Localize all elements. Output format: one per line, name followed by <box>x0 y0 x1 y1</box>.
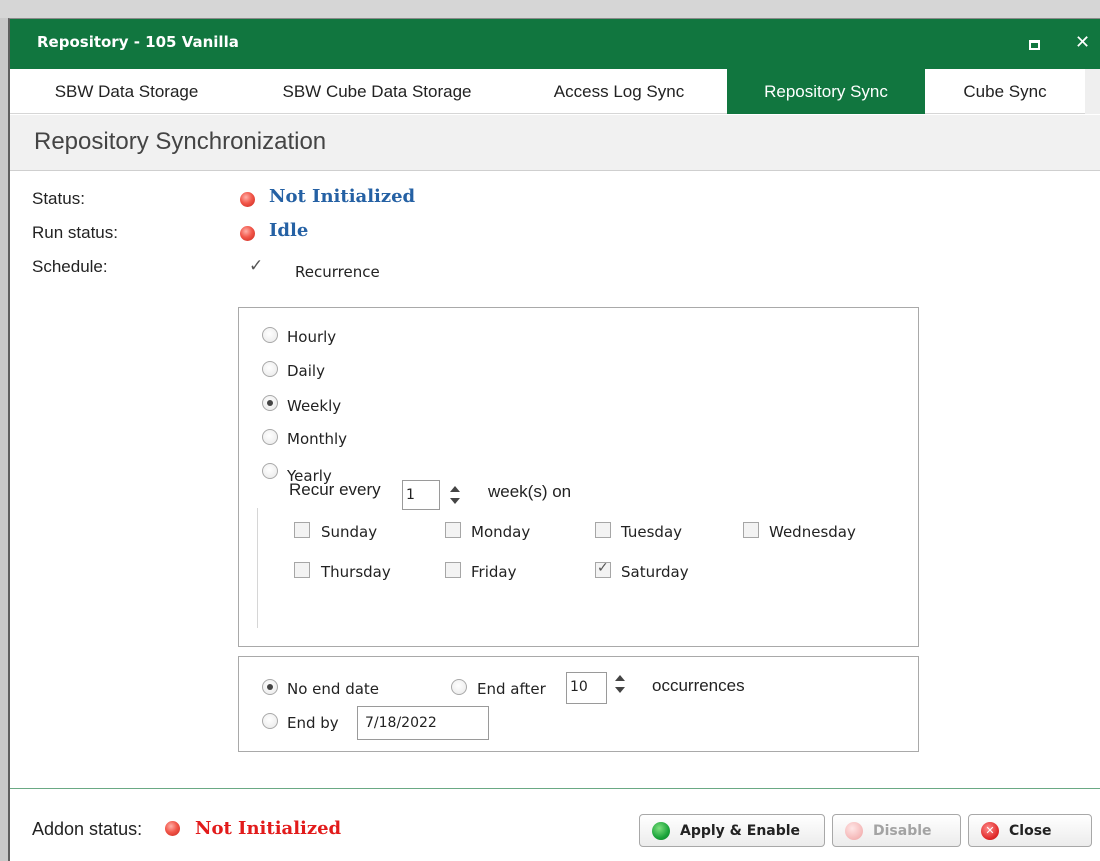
recurrence-checkbox[interactable]: ✓ <box>248 256 264 276</box>
no-end-date-label: No end date <box>287 680 380 698</box>
yearly-radio[interactable] <box>262 463 278 479</box>
friday-label: Friday <box>471 563 517 581</box>
thursday-checkbox[interactable] <box>294 562 310 578</box>
footer-divider <box>10 788 1100 789</box>
end-after-radio[interactable] <box>451 679 467 695</box>
disable-button[interactable]: Disable <box>832 814 961 847</box>
no-end-date-radio[interactable] <box>262 679 278 695</box>
tab-overflow[interactable] <box>1085 69 1100 114</box>
end-by-radio[interactable] <box>262 713 278 729</box>
monthly-label: Monthly <box>287 430 348 448</box>
run-status-value: Idle <box>269 220 309 241</box>
end-by-label: End by <box>287 714 339 732</box>
apply-enable-label: Apply & Enable <box>680 823 801 839</box>
tab-repository-sync[interactable]: Repository Sync <box>727 69 925 114</box>
status-value: Not Initialized <box>269 186 416 207</box>
thursday-label: Thursday <box>321 563 391 581</box>
close-circle-icon: ✕ <box>981 822 999 840</box>
tab-access-log-sync[interactable]: Access Log Sync <box>511 69 727 114</box>
monthly-radio[interactable] <box>262 429 278 445</box>
recur-every-label: Recur every <box>289 480 381 499</box>
hourly-radio[interactable] <box>262 327 278 343</box>
close-icon[interactable]: ✕ <box>1075 32 1090 53</box>
recurrence-label: Recurrence <box>295 263 380 281</box>
close-label: Close <box>1009 823 1052 839</box>
monday-label: Monday <box>471 523 531 541</box>
saturday-checkbox[interactable]: ✓ <box>595 560 611 578</box>
friday-checkbox[interactable] <box>445 562 461 578</box>
disable-label: Disable <box>873 823 932 839</box>
monday-checkbox[interactable] <box>445 522 461 538</box>
close-button[interactable]: ✕ Close <box>968 814 1092 847</box>
weeks-on-label: week(s) on <box>488 482 572 501</box>
tuesday-checkbox[interactable] <box>595 522 611 538</box>
section-header: Repository Synchronization <box>10 115 1100 171</box>
hourly-label: Hourly <box>287 328 337 346</box>
wednesday-label: Wednesday <box>769 523 856 541</box>
recur-every-input[interactable]: 1 <box>402 480 440 510</box>
tab-sbw-cube-data-storage[interactable]: SBW Cube Data Storage <box>243 69 511 114</box>
maximize-icon[interactable] <box>1029 40 1040 50</box>
saturday-label: Saturday <box>621 563 689 581</box>
tab-cube-sync[interactable]: Cube Sync <box>925 69 1085 114</box>
daily-label: Daily <box>287 362 325 380</box>
end-after-input[interactable]: 10 <box>566 672 607 704</box>
end-by-date-input[interactable]: 7/18/2022 <box>357 706 489 740</box>
sunday-label: Sunday <box>321 523 378 541</box>
addon-status-label: Addon status: <box>32 819 143 839</box>
run-status-dot-icon <box>240 226 255 241</box>
wednesday-checkbox[interactable] <box>743 522 759 538</box>
section-title: Repository Synchronization <box>34 128 327 155</box>
desktop-background-strip <box>0 0 1100 18</box>
addon-status-value: Not Initialized <box>195 818 342 839</box>
status-label: Status: <box>32 189 85 208</box>
recurrence-panel: Hourly Daily Weekly Monthly Yearly Recur… <box>238 307 919 647</box>
sunday-checkbox[interactable] <box>294 522 310 538</box>
disabled-dot-icon <box>845 822 863 840</box>
check-icon: ✓ <box>597 560 609 576</box>
tab-sbw-data-storage[interactable]: SBW Data Storage <box>10 69 243 114</box>
repository-dialog: Repository - 105 Vanilla ✕ SBW Data Stor… <box>8 18 1100 861</box>
green-dot-icon <box>652 822 670 840</box>
tab-bar: SBW Data Storage SBW Cube Data Storage A… <box>10 69 1100 114</box>
status-dot-icon <box>240 192 255 207</box>
weekly-label: Weekly <box>287 397 342 415</box>
tuesday-label: Tuesday <box>621 523 683 541</box>
weekly-radio[interactable] <box>262 395 278 411</box>
schedule-label: Schedule: <box>32 257 108 276</box>
spinner-icon[interactable] <box>614 671 626 697</box>
end-range-panel: No end date End after 10 occurrences End… <box>238 656 919 752</box>
run-status-label: Run status: <box>32 223 118 242</box>
days-group-border <box>257 508 258 628</box>
daily-radio[interactable] <box>262 361 278 377</box>
window-title: Repository - 105 Vanilla <box>37 33 239 51</box>
spinner-icon[interactable] <box>449 482 461 508</box>
title-bar: Repository - 105 Vanilla ✕ <box>10 19 1100 69</box>
check-icon: ✓ <box>249 256 264 276</box>
addon-status-dot-icon <box>165 821 180 836</box>
apply-enable-button[interactable]: Apply & Enable <box>639 814 825 847</box>
end-after-label: End after <box>477 680 546 698</box>
occurrences-label: occurrences <box>652 676 745 695</box>
